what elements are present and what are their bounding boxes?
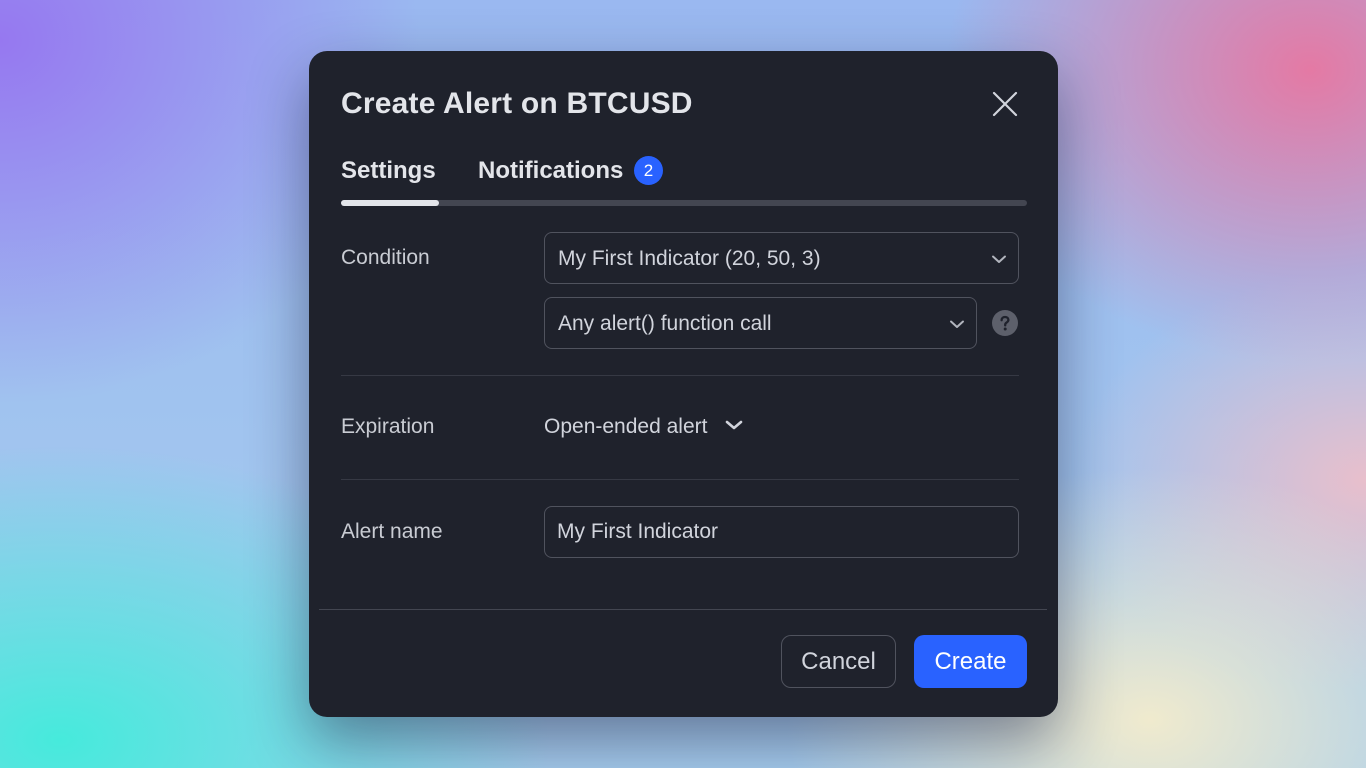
indicator-select[interactable]: My First Indicator (20, 50, 3) xyxy=(544,232,1019,284)
chevron-down-icon xyxy=(725,421,743,430)
dialog-title: Create Alert on BTCUSD xyxy=(341,87,693,120)
condition-label: Condition xyxy=(341,246,430,269)
expiration-label: Expiration xyxy=(341,415,435,438)
create-button[interactable]: Create xyxy=(914,635,1027,688)
active-tab-indicator xyxy=(341,200,439,206)
notifications-count-badge: 2 xyxy=(634,156,663,185)
chevron-down-icon xyxy=(950,320,964,328)
section-divider xyxy=(341,375,1019,376)
help-icon[interactable] xyxy=(992,310,1018,336)
expiration-value: Open-ended alert xyxy=(544,415,708,438)
close-icon[interactable] xyxy=(985,84,1025,124)
tab-track xyxy=(341,200,1027,206)
section-divider xyxy=(341,479,1019,480)
trigger-select-value: Any alert() function call xyxy=(558,312,772,335)
chevron-down-icon xyxy=(992,255,1006,263)
footer-divider xyxy=(319,609,1047,610)
expiration-dropdown[interactable]: Open-ended alert xyxy=(544,415,745,439)
alert-name-input[interactable] xyxy=(544,506,1019,558)
trigger-select[interactable]: Any alert() function call xyxy=(544,297,977,349)
indicator-select-value: My First Indicator (20, 50, 3) xyxy=(558,247,821,270)
tab-notifications[interactable]: Notifications xyxy=(478,157,623,185)
cancel-button[interactable]: Cancel xyxy=(781,635,896,688)
create-alert-dialog: Create Alert on BTCUSD Settings Notifica… xyxy=(309,51,1058,717)
tab-settings[interactable]: Settings xyxy=(341,157,436,185)
alert-name-label: Alert name xyxy=(341,520,443,543)
